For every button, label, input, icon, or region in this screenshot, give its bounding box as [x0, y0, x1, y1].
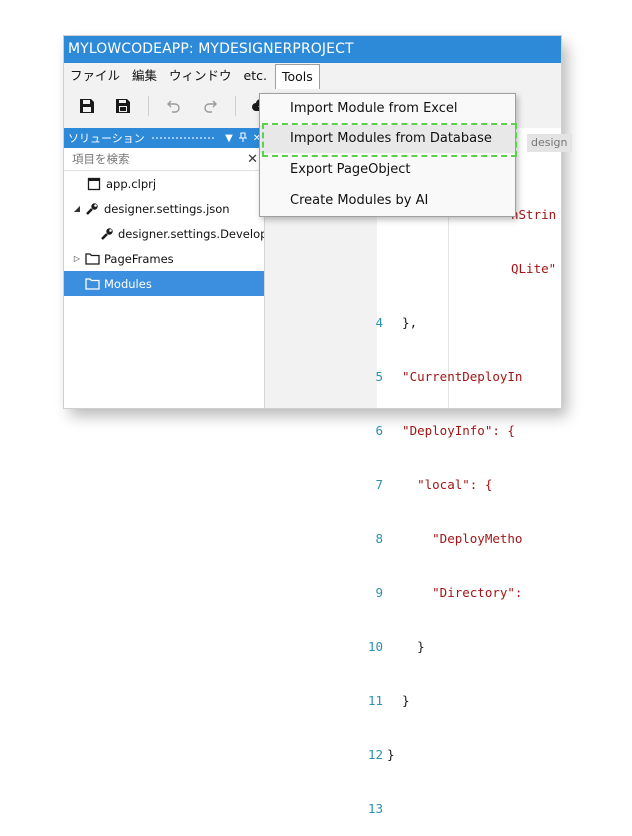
wrench-icon	[100, 226, 114, 242]
menu-item-create-modules-by-ai[interactable]: Create Modules by AI	[260, 187, 515, 215]
tree-item-designer-settings[interactable]: ◢ designer.settings.json	[64, 196, 264, 221]
menu-etc[interactable]: etc.	[238, 64, 273, 88]
expanded-arrow-icon[interactable]: ◢	[72, 204, 82, 213]
menu-file[interactable]: ファイル	[64, 64, 126, 88]
code-line: 4 },	[375, 315, 418, 330]
wrench-icon	[84, 201, 100, 217]
tab-design[interactable]: design	[527, 134, 572, 152]
tree-item-modules[interactable]: Modules	[64, 271, 264, 296]
tree-item-pageframes[interactable]: ▷ PageFrames	[64, 246, 264, 271]
undo-icon[interactable]	[163, 95, 185, 117]
code-lines: nStrin QLite" 4 }, 5 "CurrentDeployIn 6 …	[357, 170, 556, 836]
tree-item-label: PageFrames	[104, 251, 174, 266]
collapsed-arrow-icon[interactable]: ▷	[72, 254, 82, 263]
tree-item-label: Modules	[104, 276, 152, 291]
code-line: 12}	[367, 747, 395, 762]
tools-dropdown-menu: Import Module from Excel Import Modules …	[259, 93, 516, 217]
search-clear-icon[interactable]: ✕	[247, 152, 258, 167]
menu-window[interactable]: ウィンドウ	[163, 64, 238, 88]
code-line: 7 "local": {	[375, 477, 493, 492]
toolbar-separator	[148, 96, 149, 116]
code-line: 8 "DeployMetho	[375, 531, 523, 546]
menu-edit[interactable]: 編集	[126, 64, 163, 88]
save-all-icon[interactable]	[112, 95, 134, 117]
code-line: QLite"	[511, 261, 557, 276]
redo-icon[interactable]	[199, 95, 221, 117]
solution-explorer-title: ソリューション	[68, 132, 145, 145]
tree-item-label: designer.settings.json	[104, 201, 230, 216]
menu-item-import-module-from-excel[interactable]: Import Module from Excel	[260, 95, 515, 123]
solution-explorer-header: ソリューション ▼ ✕	[64, 128, 264, 148]
toolbar-separator	[235, 96, 236, 116]
menu-bar: ファイル 編集 ウィンドウ etc. Tools	[64, 63, 561, 89]
solution-explorer: ソリューション ▼ ✕ 項目を検索 ✕ app.clprj ◢ designer…	[64, 128, 265, 408]
window-title: MYLOWCODEAPP: MYDESIGNERPROJECT	[64, 36, 561, 63]
code-line: 13	[367, 801, 383, 816]
search-field[interactable]: 項目を検索 ✕	[64, 148, 264, 171]
code-line: 10 }	[367, 639, 425, 654]
code-line: 6 "DeployInfo": {	[375, 423, 515, 438]
dropdown-arrow-icon[interactable]: ▼	[222, 133, 236, 144]
code-line: 11 }	[367, 693, 410, 708]
grip-dots[interactable]	[150, 135, 216, 141]
search-placeholder: 項目を検索	[72, 152, 130, 166]
menu-tools[interactable]: Tools	[274, 63, 320, 89]
menu-item-export-pageobject[interactable]: Export PageObject	[260, 156, 515, 184]
file-icon	[86, 176, 102, 192]
menu-item-import-modules-from-database[interactable]: Import Modules from Database	[260, 125, 515, 153]
tree-item-label: designer.settings.Developm	[118, 226, 264, 241]
pin-icon[interactable]	[236, 132, 250, 145]
folder-icon	[84, 251, 100, 267]
tree-item-app-clprj[interactable]: app.clprj	[64, 171, 264, 196]
folder-icon	[84, 276, 100, 292]
tree-item-label: app.clprj	[106, 176, 157, 191]
tree-item-designer-settings-development[interactable]: designer.settings.Developm	[64, 221, 264, 246]
save-icon[interactable]	[76, 95, 98, 117]
code-line: 5 "CurrentDeployIn	[375, 369, 523, 384]
code-line: 9 "Directory":	[375, 585, 523, 600]
